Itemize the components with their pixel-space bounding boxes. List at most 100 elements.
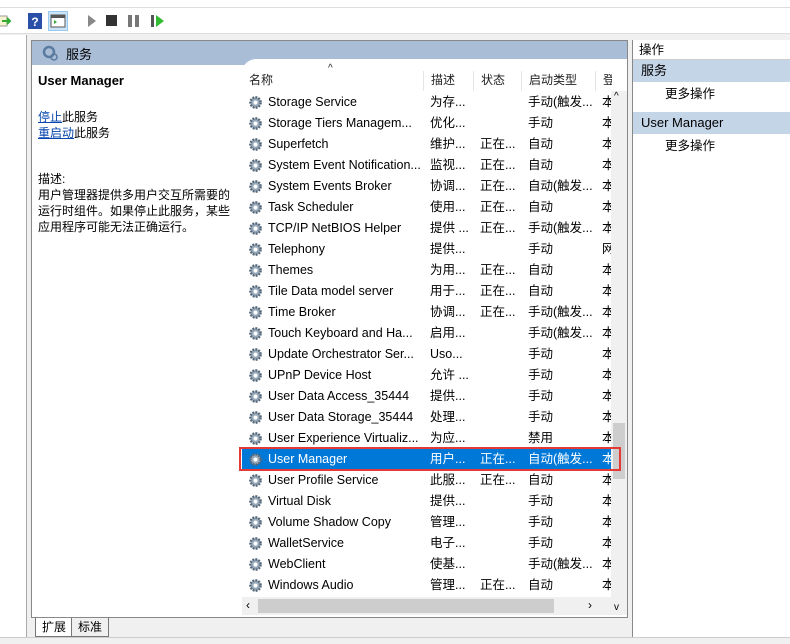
show-hide-pane-icon[interactable] <box>48 11 68 31</box>
table-row[interactable]: UPnP Device Host 允许 ... 手动本 <box>242 365 614 386</box>
service-gear-icon <box>249 327 262 340</box>
table-row[interactable]: Telephony 提供... 手动网 <box>242 239 614 260</box>
start-icon[interactable] <box>82 11 102 31</box>
service-description: 使基... <box>430 557 466 571</box>
services-table: 名称 ^ 描述 状态 启动类型 登 Storage Service 为存... 手动(… <box>242 59 627 615</box>
service-startup-type: 自动 <box>528 473 554 487</box>
column-header-startup-type[interactable]: 启动类型 <box>522 71 596 91</box>
service-name: TCP/IP NetBIOS Helper <box>268 221 402 235</box>
horizontal-scroll-thumb[interactable] <box>258 599 554 613</box>
table-row[interactable]: User Profile Service 此服... 正在... 自动本 <box>242 470 614 491</box>
description-text: 用户管理器提供多用户交互所需要的运行时组件。如果停止此服务，某些应用程序可能无法… <box>38 188 231 234</box>
service-description: 为用... <box>430 263 466 277</box>
service-description: 监视... <box>430 158 466 172</box>
description-label: 描述: <box>38 172 66 186</box>
table-row[interactable]: WebClient 使基... 手动(触发... 本 <box>242 554 614 575</box>
service-name: Update Orchestrator Ser... <box>268 347 414 361</box>
service-startup-type: 手动 <box>528 515 554 529</box>
service-gear-icon <box>249 558 262 571</box>
service-gear-icon <box>249 201 262 214</box>
service-description: 为存... <box>430 95 466 109</box>
table-row[interactable]: Superfetch 维护... 正在... 自动本 <box>242 134 614 155</box>
service-gear-icon <box>249 222 262 235</box>
actions-title: 操作 <box>633 40 790 60</box>
service-description: 提供... <box>430 389 466 403</box>
more-actions-user-manager[interactable]: 更多操作 <box>633 134 790 158</box>
table-row[interactable]: Virtual Disk 提供... 手动本 <box>242 491 614 512</box>
service-description: 电子... <box>430 536 466 550</box>
service-startup-type: 自动 <box>528 263 554 277</box>
column-header-logon[interactable]: 登 <box>596 71 612 91</box>
highlight-box <box>239 447 621 471</box>
table-row[interactable]: User Experience Virtualiz... 为应... 禁用本 <box>242 428 614 449</box>
table-row[interactable]: Themes 为用... 正在... 自动本 <box>242 260 614 281</box>
table-row[interactable]: User Data Storage_35444 处理... 手动本 <box>242 407 614 428</box>
restart-service-link[interactable]: 重启动 <box>38 126 74 140</box>
table-row[interactable]: Update Orchestrator Ser... Uso... 手动本 <box>242 344 614 365</box>
stop-service-link[interactable]: 停止 <box>38 110 62 124</box>
tab-standard[interactable]: 标准 <box>71 618 110 637</box>
service-status: 正在... <box>480 263 516 277</box>
service-name: WalletService <box>268 536 344 550</box>
service-name: Storage Tiers Managem... <box>268 116 412 130</box>
table-row[interactable]: Storage Tiers Managem... 优化... 手动本 <box>242 113 614 134</box>
service-gear-icon <box>249 474 262 487</box>
scroll-right-icon[interactable]: › <box>588 598 592 612</box>
export-icon[interactable] <box>0 11 14 31</box>
service-name: User Profile Service <box>268 473 379 487</box>
table-row[interactable]: Tile Data model server 用于... 正在... 自动本 <box>242 281 614 302</box>
service-description: 管理... <box>430 515 466 529</box>
table-row[interactable]: Task Scheduler 使用... 正在... 自动本 <box>242 197 614 218</box>
service-description: 协调... <box>430 305 466 319</box>
actions-section-services[interactable]: 服务 <box>633 60 790 82</box>
service-startup-type: 手动(触发... <box>528 305 593 319</box>
actions-section-user-manager[interactable]: User Manager <box>633 112 790 134</box>
tab-extended[interactable]: 扩展 <box>35 618 74 637</box>
service-description: 用于... <box>430 284 466 298</box>
service-startup-type: 自动 <box>528 284 554 298</box>
service-startup-type: 自动(触发... <box>528 179 593 193</box>
service-status: 正在... <box>480 305 516 319</box>
service-description: 为应... <box>430 431 466 445</box>
console-tree[interactable] <box>0 35 27 637</box>
service-description: 维护... <box>430 137 466 151</box>
table-row[interactable]: Windows Audio 管理... 正在... 自动本 <box>242 575 614 596</box>
table-row[interactable]: Storage Service 为存... 手动(触发... 本 <box>242 92 614 113</box>
service-gear-icon <box>249 138 262 151</box>
service-gear-icon <box>249 390 262 403</box>
table-row[interactable]: System Events Broker 协调... 正在... 自动(触发... 本 <box>242 176 614 197</box>
service-status: 正在... <box>480 221 516 235</box>
table-row[interactable]: User Data Access_35444 提供... 手动本 <box>242 386 614 407</box>
stop-icon[interactable] <box>102 11 122 31</box>
service-startup-type: 手动 <box>528 536 554 550</box>
table-row[interactable]: Touch Keyboard and Ha... 启用... 手动(触发... 本 <box>242 323 614 344</box>
table-row[interactable]: System Event Notification... 监视... 正在... 自动… <box>242 155 614 176</box>
table-row[interactable]: TCP/IP NetBIOS Helper 提供 ... 正在... 手动(触发...… <box>242 218 614 239</box>
scroll-left-icon[interactable]: ‹ <box>246 598 250 612</box>
service-name: Themes <box>268 263 314 277</box>
column-header-status[interactable]: 状态 <box>474 71 522 91</box>
service-gear-icon <box>249 180 262 193</box>
scroll-up-icon[interactable]: ^ <box>614 91 619 102</box>
stop-suffix: 此服务 <box>62 110 99 124</box>
status-bar <box>0 637 790 644</box>
service-name: User Data Access_35444 <box>268 389 410 403</box>
horizontal-scrollbar[interactable]: ‹ › <box>242 597 612 615</box>
table-row[interactable]: Volume Shadow Copy 管理... 手动本 <box>242 512 614 533</box>
help-icon[interactable]: ? <box>25 11 45 31</box>
pause-icon[interactable] <box>124 11 144 31</box>
scroll-down-icon[interactable]: v <box>614 602 619 613</box>
service-name: UPnP Device Host <box>268 368 372 382</box>
service-startup-type: 手动 <box>528 242 554 256</box>
more-actions-services[interactable]: 更多操作 <box>633 82 790 106</box>
column-header-name[interactable]: 名称 ^ <box>242 63 424 91</box>
table-row[interactable]: Time Broker 协调... 正在... 手动(触发... 本 <box>242 302 614 323</box>
restart-icon[interactable] <box>148 11 168 31</box>
service-status: 正在... <box>480 578 516 592</box>
service-gear-icon <box>249 495 262 508</box>
vertical-scrollbar[interactable]: ^ v <box>611 91 627 615</box>
service-name: Volume Shadow Copy <box>268 515 391 529</box>
column-header-description[interactable]: 描述 <box>424 71 474 91</box>
table-row[interactable]: WalletService 电子... 手动本 <box>242 533 614 554</box>
svg-text:?: ? <box>31 15 38 29</box>
